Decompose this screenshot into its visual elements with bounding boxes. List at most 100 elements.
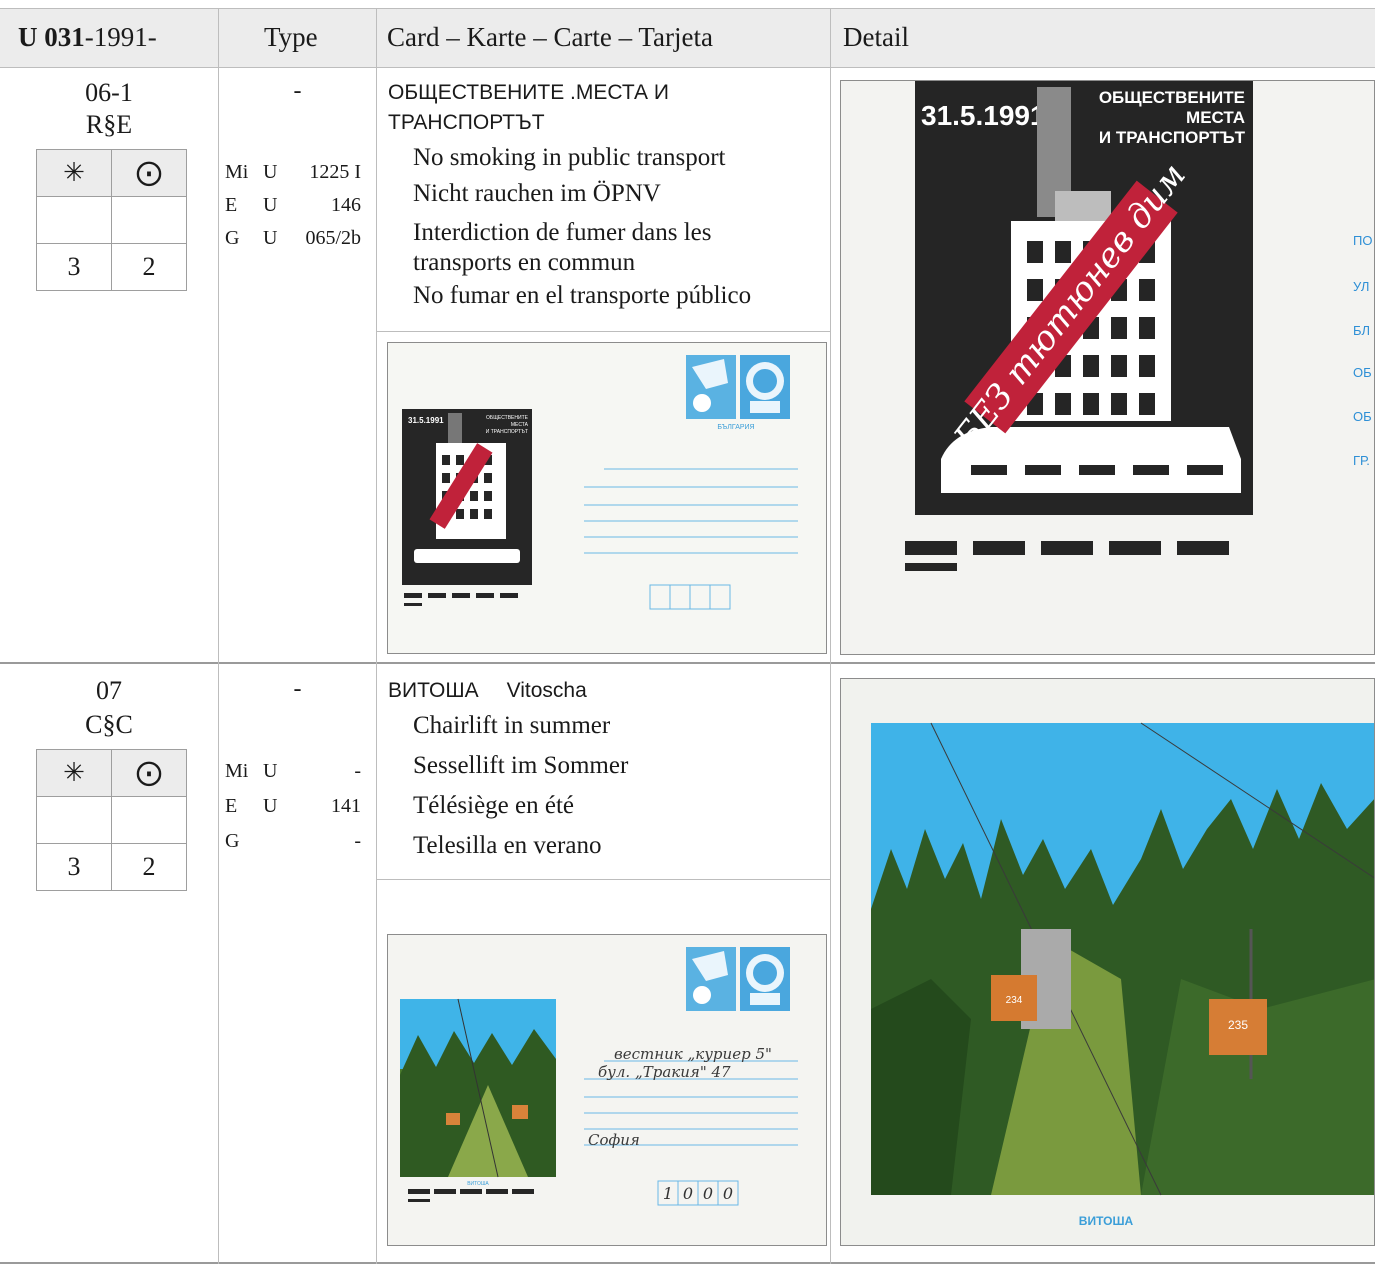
column-type-header: Type [264,22,318,52]
poster-detail-image: 31.5.1991 ОБЩЕСТВЕНИТЕ МЕСТА И ТРАНСПОРТ… [841,81,1374,654]
svg-text:ВИТОША: ВИТОША [467,1181,489,1187]
title-russian: ВИТОША Vitoscha [388,676,628,706]
catalog-key: Mi [225,760,249,782]
type-value: - [293,676,302,702]
stamp-dove-icon [686,947,736,1011]
svg-text:31.5.1991: 31.5.1991 [408,416,444,425]
catalog-series: U [263,161,278,183]
catalog-key: G [225,227,240,249]
svg-text:МЕСТА: МЕСТА [511,422,529,428]
svg-text:ОБ: ОБ [1353,365,1372,380]
catalog-series: U [263,795,278,817]
empty-cell [111,196,187,244]
catalog-number: - [354,830,361,852]
description-en: No smoking in public transport [413,144,726,171]
catalog-title: U 031 -1991- [18,8,157,67]
description-fr: Interdiction de fumer dans les [413,219,712,246]
catalog-ref: G U 065/2b [225,222,361,255]
empty-cell [36,796,112,844]
catalog-refs: Mi U - E U 141 G- [225,754,361,859]
svg-text:0: 0 [723,1184,733,1203]
svg-text:БЛ: БЛ [1353,323,1370,338]
entry-code: C§C [85,710,133,739]
catalog-ref: E U 146 [225,189,361,222]
svg-text:вестник „куриер 5": вестник „куриер 5" [614,1045,772,1063]
envelope-thumbnail: ВИТОША вестник „куриер 5" бул. „Тракия" … [387,934,827,1246]
card-description: ОБЩЕСТВЕНИТЕ .МЕСТА И ТРАНСПОРТЪТ No smo… [388,78,751,314]
grid-line [377,879,830,880]
description-fr: Télésiège en été [413,792,575,819]
envelope-thumbnail: БЪЛГАРИЯ 31.5.1991 ОБЩЕСТВЕНИТЕ МЕСТА И … [387,342,827,654]
grid-line [830,8,831,1264]
svg-text:ПО: ПО [1353,233,1372,248]
catalog-key: E [225,795,238,817]
description-es: No fumar en el transporte público [413,282,752,309]
svg-text:И ТРАНСПОРТЪТ: И ТРАНСПОРТЪТ [1099,128,1246,147]
svg-text:УЛ: УЛ [1353,279,1369,294]
svg-text:31.5.1991: 31.5.1991 [921,100,1046,131]
svg-text:МЕСТА: МЕСТА [1186,108,1245,127]
catalog-refs: Mi U 1225 I E U 146 G U 065/2b [225,156,361,255]
description-de: Nicht rauchen im ÖPNV [413,180,661,207]
svg-text:ГР.: ГР. [1353,453,1370,468]
title-russian-cont: ТРАНСПОРТЪТ [388,111,545,134]
type-value: - [293,78,302,104]
catalog-series: U [263,760,278,782]
catalog-ref: Mi U - [225,754,361,789]
used-value: 2 [111,843,187,891]
catalog-year: -1991- [84,22,157,52]
envelope-image: ВИТОША вестник „куриер 5" бул. „Тракия" … [388,935,826,1245]
catalog-number: 065/2b [305,227,361,249]
title-latin-text: Vitoscha [506,679,587,702]
grid-line [376,8,377,1264]
svg-text:БЪЛГАРИЯ: БЪЛГАРИЯ [717,424,754,431]
svg-text:И ТРАНСПОРТЪТ: И ТРАНСПОРТЪТ [486,429,528,435]
svg-text:ОБ: ОБ [1353,409,1372,424]
svg-text:1: 1 [663,1184,673,1203]
card-description: ВИТОША Vitoscha Chairlift in summer Sesse… [388,676,628,866]
stamp-dove-icon [686,355,736,419]
svg-text:0: 0 [683,1184,693,1203]
used-icon: ⨀ [111,149,187,197]
grid-line [0,8,1375,9]
used-icon: ⨀ [111,749,187,797]
svg-text:ОБЩЕСТВЕНИТЕ: ОБЩЕСТВЕНИТЕ [1099,88,1245,107]
svg-text:235: 235 [1228,1018,1248,1032]
mint-value: 3 [36,243,112,291]
catalog-series: U [263,194,278,216]
column-card-header: Card – Karte – Carte – Tarjeta [387,22,713,52]
catalog-ref: Mi U 1225 I [225,156,361,189]
catalog-number: - [354,760,361,782]
column-detail-header: Detail [843,22,909,52]
stamp-coat-of-arms-icon [740,355,790,419]
mint-icon: ✳ [36,149,112,197]
svg-text:0: 0 [703,1184,713,1203]
row-divider [0,1262,1375,1264]
detail-image: 31.5.1991 ОБЩЕСТВЕНИТЕ МЕСТА И ТРАНСПОРТ… [840,80,1375,655]
row-divider [0,662,1375,664]
used-value: 2 [111,243,187,291]
mint-icon: ✳ [36,749,112,797]
title-russian-text: ВИТОША [388,679,479,702]
catalog-number: 141 [331,795,361,817]
description-de: Sessellift im Sommer [413,752,629,779]
stamp-coat-of-arms-icon [740,947,790,1011]
entry-code: R§E [85,110,133,139]
entry-number: 07 [96,676,122,705]
catalog-key: E [225,194,238,216]
description-en: Chairlift in summer [413,712,611,739]
mint-value: 3 [36,843,112,891]
svg-text:ВИТОША: ВИТОША [1079,1214,1134,1228]
catalog-series: U [263,227,278,249]
empty-cell [111,796,187,844]
envelope-image: БЪЛГАРИЯ 31.5.1991 ОБЩЕСТВЕНИТЕ МЕСТА И … [388,343,826,653]
svg-text:234: 234 [1006,995,1023,1006]
catalog-code: U 031 [18,22,85,52]
catalog-series [263,824,291,859]
description-fr-cont: transports en commun [413,249,636,276]
description-es: Telesilla en verano [413,832,602,859]
catalog-ref: E U 141 [225,789,361,824]
grid-line [218,8,219,1264]
catalog-key: Mi [225,161,249,183]
svg-text:София: София [588,1131,640,1149]
